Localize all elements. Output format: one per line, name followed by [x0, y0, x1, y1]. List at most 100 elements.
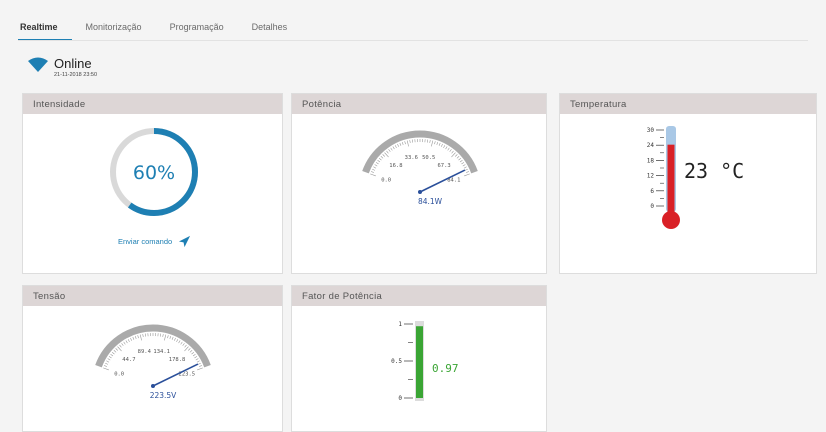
- power-factor-label: 0.5: [391, 358, 402, 365]
- gauge-tick: [392, 146, 395, 150]
- tab-detalhes[interactable]: Detalhes: [238, 18, 302, 41]
- gauge-tick: [445, 146, 448, 150]
- gauge-tick: [162, 333, 164, 338]
- gauge-tick: [455, 154, 458, 157]
- gauge-tick-label: 16.8: [389, 163, 402, 169]
- status-label: Online: [54, 56, 92, 71]
- gauge-tick: [107, 358, 111, 361]
- thermometer-bulb: [662, 211, 680, 229]
- gauge-tick: [397, 143, 399, 147]
- tab-divider: [18, 40, 808, 41]
- power-factor-bar: 0.97 1 0.5 0: [391, 321, 459, 402]
- gauge-tick: [174, 337, 176, 341]
- gauge-tick: [103, 367, 109, 371]
- gauge-tick: [461, 162, 465, 165]
- gauge-tick: [171, 336, 174, 340]
- send-icon: [179, 235, 191, 248]
- gauge-tick: [380, 156, 384, 159]
- gauge-tick: [370, 173, 376, 177]
- gauge-tick: [125, 340, 128, 344]
- temperature-value: 23 °C: [684, 159, 744, 183]
- tab-realtime[interactable]: Realtime: [18, 18, 72, 41]
- power-factor-label: 0: [398, 395, 402, 402]
- gauge-tick: [434, 141, 436, 145]
- gauge-tick: [464, 173, 470, 177]
- gauge-tick: [195, 358, 199, 361]
- gauge-tick-label: 67.3: [437, 163, 450, 169]
- gauge-tick: [374, 164, 378, 167]
- gauge-tick: [197, 362, 201, 365]
- gauge-tick: [409, 139, 411, 144]
- card-potencia: Potência 0.0 16.8 33.6 50.5 67.3 84.1 84.1W: [291, 93, 547, 274]
- gauge-tick: [115, 348, 118, 351]
- card-title: Fator de Potência: [292, 286, 546, 306]
- gauge-tick-label: 50.5: [422, 155, 435, 161]
- gauge-tick: [137, 335, 139, 339]
- gauge-tick: [130, 337, 132, 341]
- gauge-tick: [443, 145, 446, 148]
- gauge-tick: [123, 341, 126, 345]
- gauge-tick: [436, 141, 439, 145]
- gauge-tick: [164, 334, 167, 341]
- gauge-tick-label: 134.1: [153, 349, 170, 355]
- gauge-tick: [462, 164, 466, 167]
- gauge-tick: [194, 356, 198, 359]
- tab-monitorizacao[interactable]: Monitorização: [72, 18, 156, 41]
- gauge-tick: [371, 171, 375, 173]
- gauge-tick: [197, 367, 203, 371]
- gauge-tick: [456, 156, 460, 159]
- card-fator-potencia: Fator de Potência 0.97 1 0.5 0: [291, 285, 547, 432]
- gauge-tick: [188, 348, 191, 351]
- gauge-tick: [441, 143, 443, 147]
- gauge-tick: [451, 152, 456, 158]
- power-factor-value: 0.97: [432, 362, 459, 375]
- thermometer-fill: [667, 144, 675, 216]
- gauge-tick: [438, 142, 441, 146]
- gauge-tick: [180, 341, 183, 345]
- gauge-tick: [189, 350, 193, 353]
- tab-bar: Realtime Monitorização Programação Detal…: [18, 18, 301, 41]
- power-gauge: 0.016.833.6 50.567.384.184.1W: [362, 130, 478, 206]
- card-title: Intensidade: [23, 94, 282, 114]
- gauge-tick: [104, 365, 108, 367]
- gauge-tick: [134, 335, 137, 339]
- thermometer-label: 24: [647, 142, 655, 149]
- gauge-tick: [111, 351, 115, 355]
- gauge-tick: [184, 346, 189, 352]
- status-timestamp: 21-11-2018 23:50: [54, 72, 98, 78]
- gauge-tick: [196, 360, 200, 363]
- gauge-tick: [431, 140, 434, 147]
- card-intensidade: Intensidade 60% Enviar comando: [22, 93, 283, 274]
- gauge-tick-label: 178.8: [169, 357, 186, 363]
- gauge-tick: [375, 162, 379, 165]
- gauge-tick: [388, 149, 391, 152]
- gauge-tick: [191, 351, 195, 355]
- gauge-tick: [198, 365, 202, 367]
- thermometer-label: 0: [650, 203, 654, 210]
- gauge-tick: [105, 362, 109, 365]
- wifi-icon: [28, 57, 48, 72]
- thermometer-label: 6: [650, 188, 654, 195]
- intensity-value: 60%: [133, 162, 175, 184]
- page: Realtime Monitorização Programação Detal…: [0, 0, 826, 432]
- gauge-tick: [106, 360, 110, 363]
- gauge-tick: [401, 141, 404, 145]
- gauge-tick: [377, 160, 381, 163]
- gauge-tick-label: 0.0: [114, 372, 124, 378]
- gauge-tick: [167, 335, 169, 339]
- thermometer-label: 12: [647, 173, 655, 180]
- gauge-tick: [178, 340, 181, 344]
- gauge-tick: [404, 141, 406, 145]
- gauge-tick: [139, 334, 142, 341]
- send-command-button[interactable]: Enviar comando: [118, 235, 191, 248]
- gauge-tick: [121, 343, 124, 346]
- gauge-tick: [449, 149, 452, 152]
- gauge-tick-label: 44.7: [122, 357, 135, 363]
- gauge-tick-label: 0.0: [381, 178, 391, 184]
- card-title: Tensão: [23, 286, 282, 306]
- gauge-tick: [384, 152, 389, 158]
- gauge-tick: [127, 339, 130, 342]
- voltage-gauge: 0.044.789.4 134.1178.8223.5223.5V: [95, 324, 211, 400]
- gauge-tick: [447, 147, 450, 151]
- tab-programacao[interactable]: Programação: [156, 18, 238, 41]
